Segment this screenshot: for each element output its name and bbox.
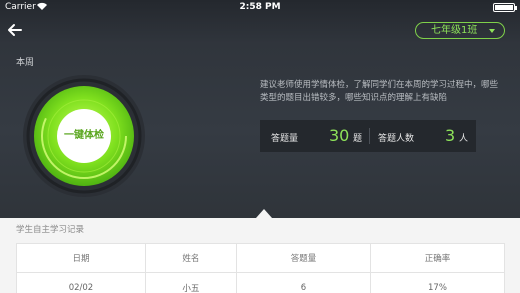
battery-icon [493,3,517,12]
status-time: 2:58 PM [239,2,281,12]
people-unit: 人 [459,134,469,144]
records-title: 学生自主学习记录 [16,225,85,235]
class-dropdown-label: 七年级1班 [431,25,478,36]
column-header-answered: 答题量 [235,243,371,273]
suggestion-text: 建议老师使用学情体检，了解同学们在本周的学习过程中，哪些类型的题目出错较多，哪些… [260,80,499,103]
period-label: 本周 [16,58,35,68]
cell-name: 小五 [144,272,237,293]
answered-unit: 题 [353,134,363,144]
section-pointer [256,209,272,218]
status-bar: Carrier 2:58 PM [0,0,520,15]
answered-value: 30 [329,126,350,145]
class-dropdown[interactable]: 七年级1班 [415,22,505,39]
stats-divider [369,128,370,144]
cell-accuracy: 17% [369,272,506,293]
people-label: 答题人数 [378,134,415,144]
answered-label: 答题量 [271,134,299,144]
column-header-accuracy: 正确率 [369,243,506,273]
column-header-date: 日期 [16,243,146,273]
column-header-name: 姓名 [144,243,237,273]
records-table: 日期 姓名 答题量 正确率 02/02 小五 6 17% [16,243,506,293]
chevron-down-icon [489,29,495,33]
table-header-row: 日期 姓名 答题量 正确率 [16,243,506,273]
cell-answered: 6 [235,272,371,293]
cell-date: 02/02 [16,272,146,293]
people-value: 3 [445,126,456,145]
table-row[interactable]: 02/02 小五 6 17% [16,272,506,293]
check-button[interactable]: 一键体检 [58,126,110,141]
stats-box: 答题量 30 题 答题人数 3 人 [260,120,476,152]
back-arrow-icon[interactable] [6,21,24,39]
